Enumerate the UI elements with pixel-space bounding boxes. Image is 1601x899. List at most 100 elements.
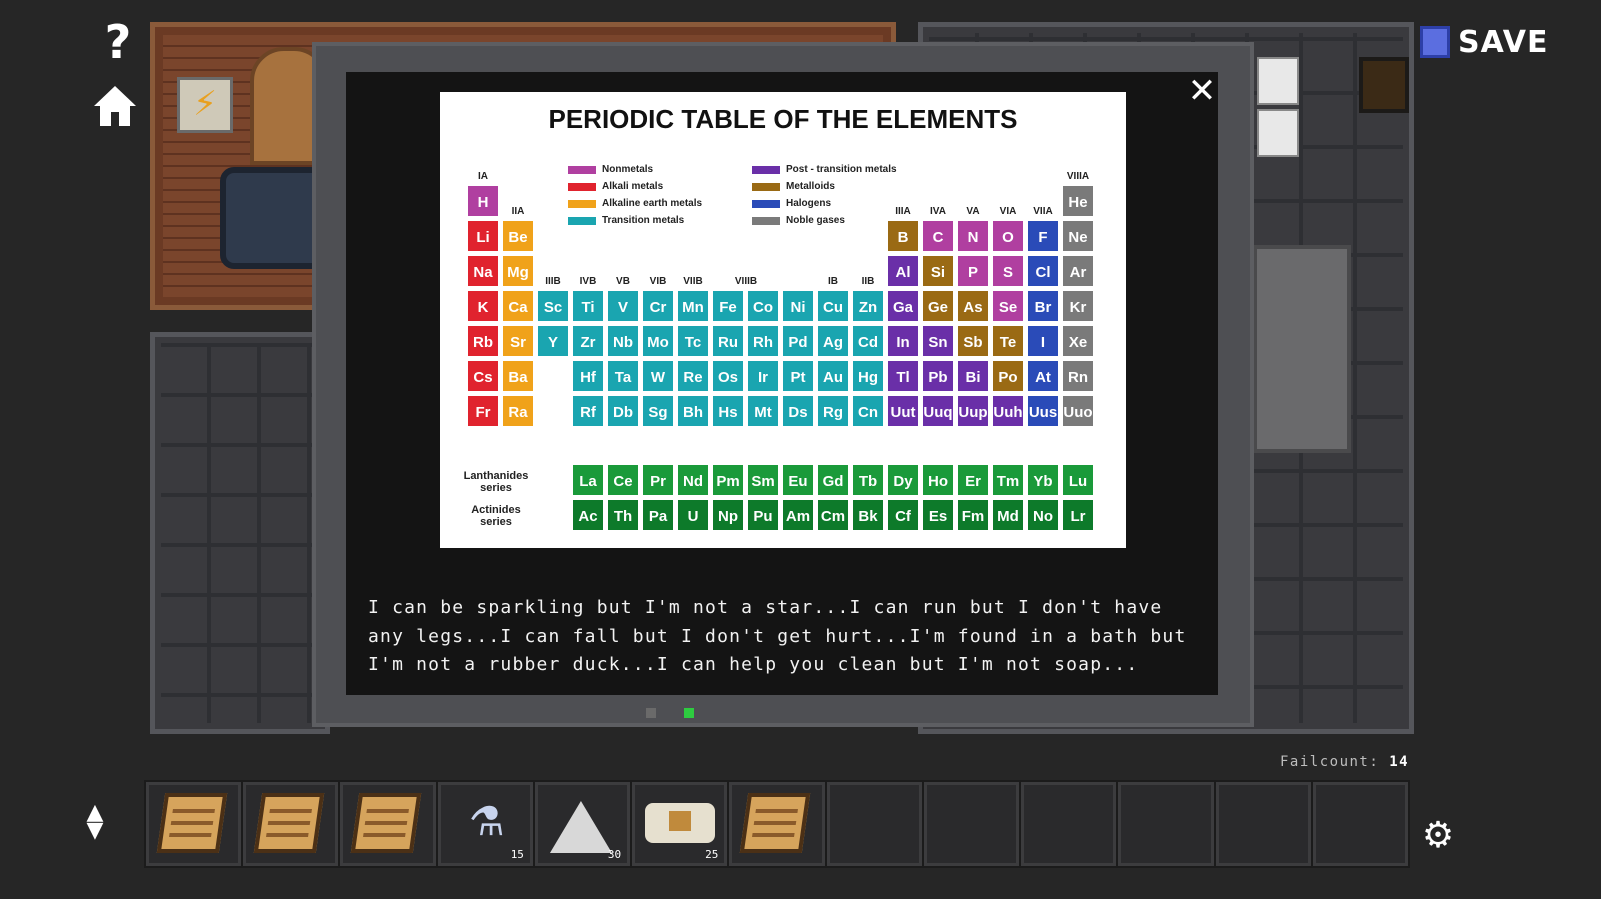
item-quantity: 30 [607,848,622,861]
floor-tiles [161,343,319,723]
scroll-icon [740,793,811,853]
failcount-label: Failcount: [1280,754,1380,770]
page-dot-1[interactable] [646,708,656,718]
element-cell: Nb [607,325,639,357]
element-cell: Yb [1027,464,1059,496]
legend-item: Alkali metals [568,181,663,192]
inventory-slot[interactable] [826,782,922,866]
element-cell: Mo [642,325,674,357]
element-cell: In [887,325,919,357]
element-cell: Uuh [992,395,1024,427]
group-label: IVA [930,206,946,217]
inventory-slot[interactable]: ⚗ 15 [437,782,533,866]
gear-icon[interactable]: ⚙ [1420,818,1456,854]
legend-label: Metalloids [786,181,835,192]
element-cell: Rh [747,325,779,357]
legend-swatch [752,182,780,191]
element-cell: Cr [642,290,674,322]
inventory-slot[interactable]: 30 [534,782,631,866]
inventory-slot[interactable]: 25 [632,782,728,866]
inventory-slot[interactable] [1215,782,1311,866]
element-cell: Ta [607,360,639,392]
wall-notes[interactable] [1257,57,1347,157]
group-label: VIIB [683,276,703,287]
inventory-slot[interactable] [146,782,242,866]
cheese-cloth-icon [645,803,716,843]
group-label: IIA [511,206,525,217]
element-cell: Ir [747,360,779,392]
up-down-arrows-icon[interactable]: ▲ ▼ [78,802,112,846]
element-cell: Fr [467,395,499,427]
page-dot-2[interactable] [684,708,694,718]
portrait-painting[interactable] [1359,57,1409,113]
group-label: VIB [649,276,667,287]
legend-item: Nonmetals [568,164,653,175]
element-cell: Bk [852,499,884,531]
inventory-slot[interactable] [340,782,436,866]
element-cell: Uus [1027,395,1059,427]
group-label: VA [966,206,980,217]
element-cell: Os [712,360,744,392]
inventory-slot[interactable] [243,782,339,866]
salt-pile-icon [549,801,612,853]
element-cell: Ca [502,290,534,322]
element-cell: Ba [502,360,534,392]
help-icon[interactable]: ? [96,18,140,66]
save-button[interactable]: SAVE [1420,22,1570,62]
inventory-slot[interactable] [1021,782,1117,866]
element-cell: Cn [852,395,884,427]
failcount: Failcount: 14 [1280,754,1410,770]
element-cell: Rf [572,395,604,427]
legend-label: Nonmetals [602,164,654,175]
element-cell: C [922,220,954,252]
inventory-slot[interactable] [729,782,825,866]
element-cell: Th [607,499,639,531]
element-cell: F [1027,220,1059,252]
flask-icon: ⚗ [468,799,505,845]
home-icon[interactable] [92,84,138,128]
close-icon[interactable]: ✕ [1185,74,1219,108]
legend-label: Transition metals [602,215,685,226]
element-cell: Fe [712,290,744,322]
item-quantity: 25 [705,848,719,861]
group-label: VIIA [1033,206,1053,217]
floppy-disk-icon [1420,26,1450,58]
element-cell: Hf [572,360,604,392]
inventory-slot[interactable] [1118,782,1214,866]
electricity-sign-icon[interactable]: ⚡ [177,77,233,133]
element-cell: I [1027,325,1059,357]
inventory-slot[interactable] [1312,782,1409,866]
element-cell: Xe [1062,325,1094,357]
element-cell: S [992,255,1024,287]
element-cell: Rn [1062,360,1094,392]
lab-table[interactable] [1253,245,1351,453]
element-cell: Cf [887,499,919,531]
element-cell: Pb [922,360,954,392]
element-cell: Er [957,464,989,496]
item-quantity: 15 [510,848,524,861]
element-cell: O [992,220,1024,252]
element-cell: He [1062,185,1094,217]
element-cell: Uup [957,395,989,427]
element-cell: Br [1027,290,1059,322]
element-cell: Pr [642,464,674,496]
element-cell: Pa [642,499,674,531]
element-cell: Ce [607,464,639,496]
element-cell: Fm [957,499,989,531]
legend-swatch [568,182,596,191]
inventory-slot[interactable] [923,782,1020,866]
periodic-table-image: PERIODIC TABLE OF THE ELEMENTS Nonmetals… [440,92,1126,548]
element-cell: Cm [817,499,849,531]
element-cell: Y [537,325,569,357]
element-cell: Pd [782,325,814,357]
element-cell: Nd [677,464,709,496]
element-cell: Mn [677,290,709,322]
legend-swatch [752,199,780,208]
element-cell: N [957,220,989,252]
element-cell: Lu [1062,464,1094,496]
element-cell: Re [677,360,709,392]
element-cell: Pm [712,464,744,496]
element-cell: K [467,290,499,322]
element-cell: Lr [1062,499,1094,531]
element-cell: Bh [677,395,709,427]
